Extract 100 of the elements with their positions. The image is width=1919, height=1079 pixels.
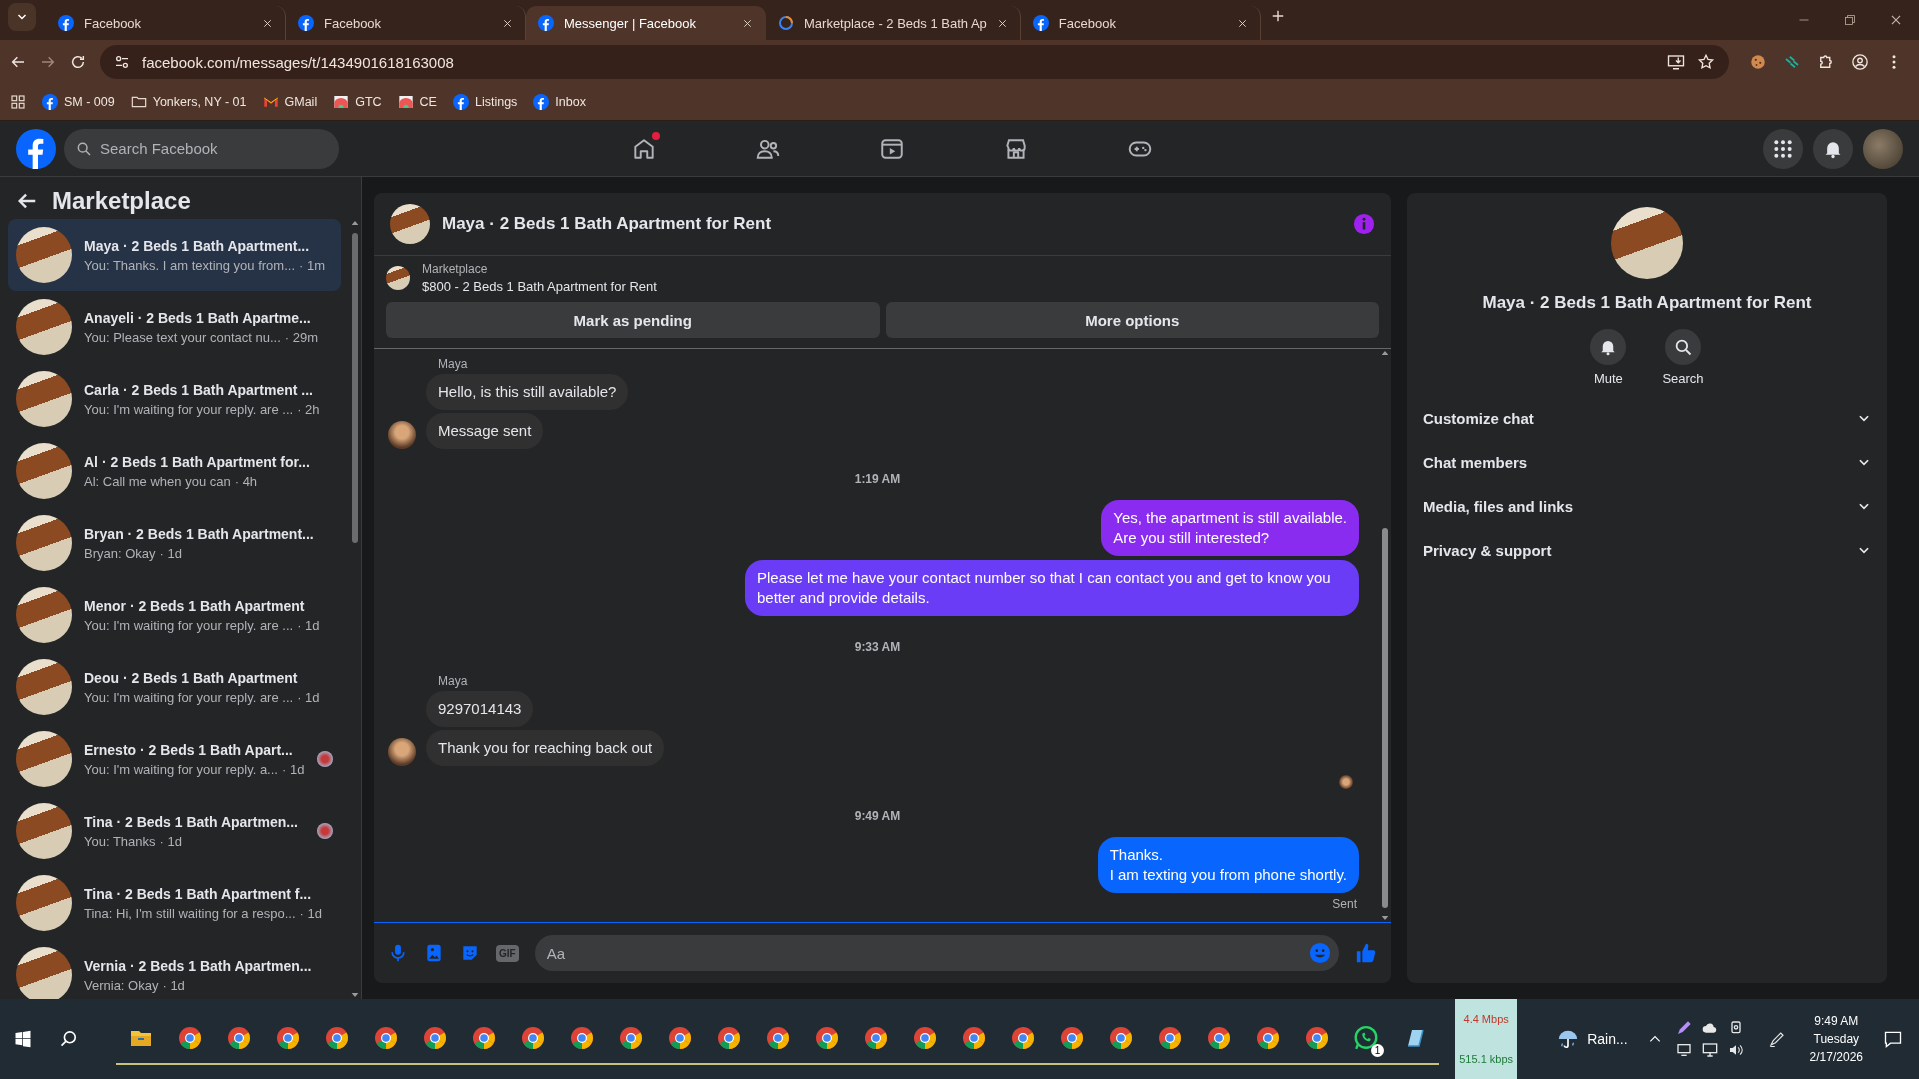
conversation-title: Tina · 2 Beds 1 Bath Apartment f... [84,885,313,902]
conversation-item[interactable]: Vernia · 2 Beds 1 Bath Apartmen... Vernia: Okay · 1d [8,939,341,999]
search-icon[interactable] [59,1029,79,1049]
section-toggle[interactable]: Privacy & support [1415,528,1879,572]
download-speed: 4.4 Mbps [1463,1013,1509,1025]
cookie-icon[interactable] [1749,53,1767,71]
conversation-item[interactable]: Anayeli · 2 Beds 1 Bath Apartme... You: Please text your contact nu... · 29m [8,291,341,363]
favicon-icon [42,94,58,110]
bookmark[interactable]: Inbox [533,94,586,110]
conversation-item[interactable]: Tina · 2 Beds 1 Bath Apartment f... Tina: Hi, I'm still waiting for a respo... · 1d [8,867,341,939]
sidebar-title: Marketplace [52,187,191,215]
conversation-item[interactable]: Bryan · 2 Beds 1 Bath Apartment... Bryan: Okay · 1d [8,507,341,579]
display-icon[interactable] [1675,1042,1692,1058]
scrollbar[interactable] [349,219,361,999]
favicon-icon [298,15,314,31]
listing-title[interactable]: $800 - 2 Beds 1 Bath Apartment for Rent [422,279,657,294]
browser-icon [520,1026,545,1050]
conversation-item[interactable]: Maya · 2 Beds 1 Bath Apartment... You: Thanks. I am texting you from... · 1m [8,219,341,291]
notifications-button[interactable] [1813,128,1853,169]
message-bubble: Thanks. I am texting you from phone shortly. [1097,837,1359,893]
windows-logo-icon[interactable] [14,1030,32,1048]
bookmark[interactable]: Yonkers, NY - 01 [130,94,247,110]
info-icon[interactable] [1353,213,1375,235]
browser-icon [373,1026,398,1050]
photo-icon[interactable] [424,943,444,963]
address-bar[interactable]: facebook.com/messages/t/1434901618163008 [100,45,1729,79]
taskbar-app[interactable]: 1 [1341,1013,1390,1065]
browser-icon [177,1026,202,1050]
loading-icon [778,15,794,31]
network-icon[interactable] [1701,1042,1718,1058]
video-icon [879,136,905,162]
pen-icon[interactable] [1675,1020,1692,1036]
weather-text[interactable]: Rain... [1587,1031,1628,1047]
bookmark[interactable]: GTC [333,94,382,110]
forward-icon[interactable] [40,54,56,70]
close-icon[interactable] [262,17,273,29]
browser-icon [618,1026,643,1050]
chat-title: Maya · 2 Beds 1 Bath Apartment for Rent [442,214,773,234]
back-icon[interactable] [10,54,26,70]
menu-button[interactable] [1763,128,1803,169]
clock[interactable]: 9:49 AM Tuesday 2/17/2026 [1809,1014,1863,1064]
listing-photo [16,227,72,283]
conversation-title: Menor · 2 Beds 1 Bath Apartment [84,597,306,614]
conversation-item[interactable]: Deou · 2 Beds 1 Bath Apartment You: I'm waiting for your reply. are ... · 1d [8,651,341,723]
conversation-item[interactable]: Al · 2 Beds 1 Bath Apartment for... Al: Call me when you can · 4h [8,435,341,507]
section-toggle[interactable]: Media, files and links [1415,484,1879,528]
browser-icon [1059,1026,1084,1050]
section-toggle[interactable]: Chat members [1415,440,1879,484]
speaker-icon[interactable] [1727,1042,1744,1058]
message-bubble: 9297014143 [426,691,534,727]
scroll-up-icon [1381,349,1389,357]
action-button[interactable]: More options [885,302,1379,338]
scrollbar[interactable] [1379,349,1391,922]
install-icon[interactable] [1667,53,1685,71]
bookmark[interactable]: Listings [452,94,518,110]
restore-icon[interactable] [1844,14,1856,26]
search-field[interactable]: Search Facebook [64,128,339,169]
listing-photo [16,803,72,859]
browser-icon [863,1026,888,1050]
conversation-item[interactable]: Tina · 2 Beds 1 Bath Apartmen... You: Thanks · 1d [8,795,341,867]
image-icon [333,94,350,110]
section-toggle[interactable]: Customize chat [1415,396,1879,440]
conversation-title: Tina · 2 Beds 1 Bath Apartmen... [84,813,299,830]
close-icon[interactable] [1889,13,1903,27]
home-icon [631,136,657,162]
profile-icon[interactable] [1851,53,1869,71]
message-bubble: Please let me have your contact number so that I can contact you and get to know you better and provide details. [745,560,1359,616]
bookmark[interactable]: GMail [262,94,318,110]
scroll-down-icon [1381,914,1389,922]
browser-tab[interactable]: Messenger | Facebook [526,6,766,40]
emoji-icon[interactable] [1309,942,1331,964]
profile-avatar[interactable] [1863,128,1903,169]
message-time: · 2h [297,401,320,417]
conversation-item[interactable]: Menor · 2 Beds 1 Bath Apartment You: I'm waiting for your reply. are ... · 1d [8,579,341,651]
folder-icon [130,94,147,110]
close-icon[interactable] [742,17,753,29]
sticker-icon[interactable] [460,943,480,963]
close-icon[interactable] [1236,17,1248,29]
bookmark[interactable]: CE [397,94,437,110]
site-settings-icon[interactable] [114,54,130,70]
action-button[interactable]: Mark as pending [386,302,880,338]
apps-grid-icon[interactable] [10,94,26,110]
star-icon[interactable] [1697,53,1715,71]
pen-icon[interactable] [1767,1030,1786,1048]
plus-icon[interactable] [1270,9,1285,23]
close-icon[interactable] [996,17,1008,29]
notification-center-icon[interactable] [1883,1029,1903,1049]
close-icon[interactable] [502,17,513,29]
browser-icon [1255,1026,1280,1050]
microphone-icon[interactable] [388,943,408,963]
bookmark[interactable]: SM - 009 [42,94,115,110]
sender-name: Maya [438,357,469,371]
conversation-item[interactable]: Ernesto · 2 Beds 1 Bath Apart... You: I'm waiting for your reply. a... · 1d [8,723,341,795]
timestamp: 1:19 AM [854,472,901,486]
message-input[interactable]: Aa [534,935,1339,971]
puzzle-icon[interactable] [1817,53,1835,71]
conversation-item[interactable]: Carla · 2 Beds 1 Bath Apartment ... You: I'm waiting for your reply. are ... · 2h [8,363,341,435]
thumbs-up-icon[interactable] [1355,942,1377,964]
reload-icon[interactable] [70,54,86,70]
extension-icon[interactable] [1783,53,1801,71]
